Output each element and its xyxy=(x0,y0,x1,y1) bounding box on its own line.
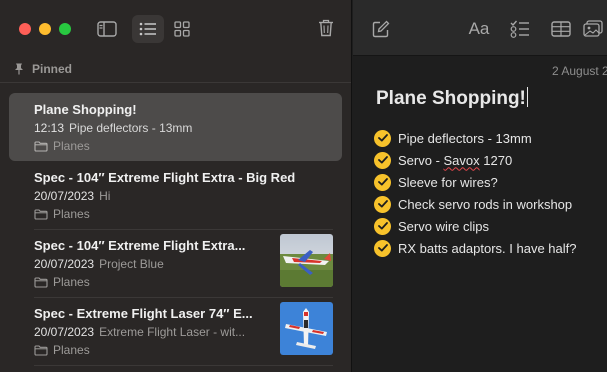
folder-icon xyxy=(34,276,48,288)
zoom-window-button[interactable] xyxy=(59,23,71,35)
note-title: Spec - 104″ Extreme Flight Extra - Big R… xyxy=(34,170,296,185)
pin-icon xyxy=(14,63,24,75)
note-folder-label: Planes xyxy=(53,275,90,289)
note-meta: 12:13 Pipe deflectors - 13mm xyxy=(34,121,324,135)
notes-sidebar: Pinned Plane Shopping! 12:13 Pipe deflect… xyxy=(0,0,352,372)
checklist-icon[interactable] xyxy=(508,17,532,41)
checklist-item[interactable]: Sleeve for wires? xyxy=(374,171,607,193)
note-editor: Aa 2 August 2023 Plane Shopping! Pipe de… xyxy=(353,0,607,372)
close-window-button[interactable] xyxy=(19,23,31,35)
text-cursor xyxy=(526,87,528,107)
note-folder-label: Planes xyxy=(53,207,90,221)
divider xyxy=(34,365,333,366)
minimize-window-button[interactable] xyxy=(39,23,51,35)
note-folder-label: Planes xyxy=(53,139,90,153)
misspelled-word: Savox xyxy=(443,152,480,168)
note-list-item[interactable]: Spec - 104″ Extreme Flight Extra - Big R… xyxy=(9,161,342,229)
list-view-icon[interactable] xyxy=(132,15,164,43)
media-icon[interactable] xyxy=(583,17,607,41)
editor-toolbar: Aa xyxy=(353,0,607,56)
trash-icon[interactable] xyxy=(314,16,338,40)
checked-checkbox-icon[interactable] xyxy=(374,239,391,257)
gallery-view-icon[interactable] xyxy=(170,17,194,41)
note-title: Spec - 104″ Extreme Flight Extra... xyxy=(34,238,246,253)
note-preview: Extreme Flight Laser - wit... xyxy=(99,325,246,339)
plane-thumbnail-image xyxy=(280,302,333,355)
note-meta: 20/07/2023 Hi xyxy=(34,189,324,203)
checklist-item[interactable]: Check servo rods in workshop xyxy=(374,193,607,215)
pinned-label: Pinned xyxy=(32,62,73,76)
pinned-section-header: Pinned xyxy=(14,61,72,77)
note-preview: Hi xyxy=(99,189,111,203)
note-preview: Pipe deflectors - 13mm xyxy=(69,121,193,135)
note-title-heading[interactable]: Plane Shopping! xyxy=(376,87,528,110)
divider xyxy=(0,82,351,83)
checklist-item-text: Pipe deflectors - 13mm xyxy=(398,130,532,146)
plane-thumbnail-image xyxy=(280,234,333,287)
note-meta: 20/07/2023 Extreme Flight Laser - wit... xyxy=(34,325,266,339)
note-date: 20/07/2023 xyxy=(34,325,95,339)
checklist-item[interactable]: Servo - Savox 1270 xyxy=(374,149,607,171)
note-list-item[interactable]: Plane Shopping! 12:13 Pipe deflectors - 1… xyxy=(9,93,342,161)
checklist-item[interactable]: RX batts adaptors. I have half? xyxy=(374,237,607,259)
note-date: 12:13 xyxy=(34,121,65,135)
checked-checkbox-icon[interactable] xyxy=(374,195,391,213)
note-folder: Planes xyxy=(34,275,90,289)
table-icon[interactable] xyxy=(549,18,573,40)
checklist: Pipe deflectors - 13mm Servo - Savox 127… xyxy=(374,127,607,259)
note-meta: 20/07/2023 Project Blue xyxy=(34,257,266,271)
checklist-item-text: RX batts adaptors. I have half? xyxy=(398,240,577,256)
sidebar-toggle-icon[interactable] xyxy=(95,17,119,41)
format-icon[interactable]: Aa xyxy=(465,18,493,40)
checked-checkbox-icon[interactable] xyxy=(374,129,391,147)
folder-icon xyxy=(34,208,48,220)
note-title: Spec - Extreme Flight Laser 74″ E... xyxy=(34,306,253,321)
note-list-item[interactable]: Spec - 104″ Extreme Flight Extra... 20/0… xyxy=(9,229,342,297)
note-preview: Project Blue xyxy=(99,257,164,271)
note-folder-label: Planes xyxy=(53,343,90,357)
checklist-item[interactable]: Servo wire clips xyxy=(374,215,607,237)
note-title: Plane Shopping! xyxy=(34,102,137,117)
note-list-item[interactable]: Spec - Extreme Flight Laser 74″ E... 20/… xyxy=(9,297,342,365)
folder-icon xyxy=(34,344,48,356)
compose-icon[interactable] xyxy=(370,18,392,40)
note-folder: Planes xyxy=(34,207,90,221)
checklist-item-text: Sleeve for wires? xyxy=(398,174,498,190)
note-date: 20/07/2023 xyxy=(34,189,95,203)
note-date: 20/07/2023 xyxy=(34,257,95,271)
note-folder: Planes xyxy=(34,343,90,357)
note-folder: Planes xyxy=(34,139,90,153)
note-title-text: Plane Shopping! xyxy=(376,88,526,109)
folder-icon xyxy=(34,140,48,152)
checklist-item[interactable]: Pipe deflectors - 13mm xyxy=(374,127,607,149)
note-date-header: 2 August 2023 xyxy=(552,64,607,78)
checklist-item-text: Check servo rods in workshop xyxy=(398,196,573,212)
checked-checkbox-icon[interactable] xyxy=(374,217,391,235)
checklist-item-text: Servo wire clips xyxy=(398,218,490,234)
checked-checkbox-icon[interactable] xyxy=(374,151,391,169)
checked-checkbox-icon[interactable] xyxy=(374,173,391,191)
checklist-item-text: Servo - Savox 1270 xyxy=(398,152,513,168)
